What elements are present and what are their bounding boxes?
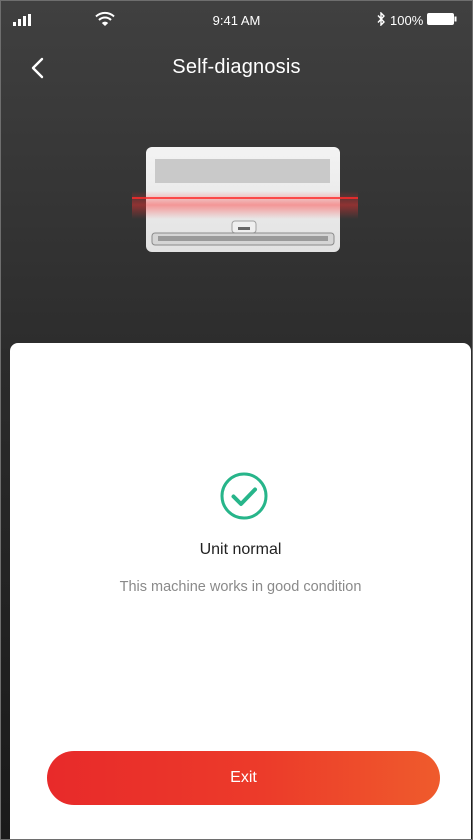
battery-percentage: 100% <box>390 13 424 28</box>
result-description: This machine works in good condition <box>119 579 362 595</box>
app-screen: 9:41 AM 100% Self-diagnosis Unit normal … <box>0 0 473 840</box>
air-conditioner-illustration <box>132 147 358 252</box>
bluetooth-icon <box>377 12 385 26</box>
diagnosis-result-panel: Unit normal This machine works in good c… <box>10 343 471 839</box>
navigation-bar: Self-diagnosis <box>1 41 472 97</box>
battery-icon <box>427 13 457 25</box>
exit-button[interactable]: Exit <box>47 751 440 805</box>
result-title: Unit normal <box>199 541 282 558</box>
status-bar: 9:41 AM 100% <box>1 1 472 41</box>
check-circle-icon <box>220 472 268 520</box>
page-title: Self-diagnosis <box>172 56 301 78</box>
